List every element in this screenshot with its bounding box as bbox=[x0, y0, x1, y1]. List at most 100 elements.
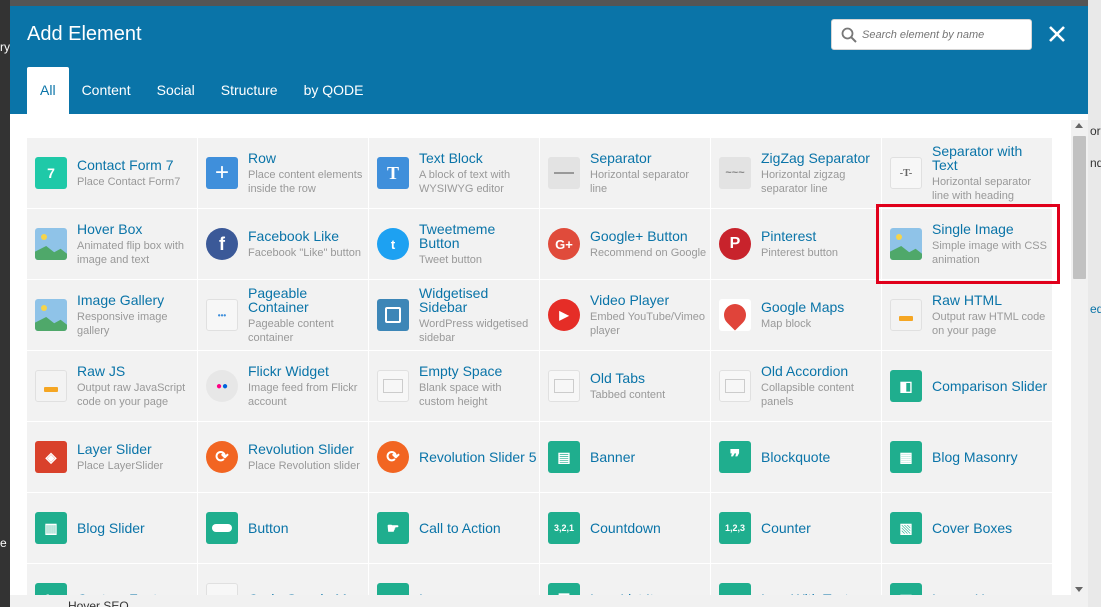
element-item-custom-font[interactable]: Aa Custom Font bbox=[27, 564, 197, 595]
tab-structure[interactable]: Structure bbox=[208, 67, 291, 114]
element-item-comparison-slider[interactable]: ◧ Comparison Slider bbox=[882, 351, 1052, 421]
element-item-blog-masonry[interactable]: ▦ Blog Masonry bbox=[882, 422, 1052, 492]
element-text: Contact Form 7 Place Contact Form7 bbox=[77, 158, 195, 189]
element-item-revolution-slider-5[interactable]: ⟳ Revolution Slider 5 bbox=[369, 422, 539, 492]
element-item-separator-with-text[interactable]: -T- Separator with Text Horizontal separat… bbox=[882, 138, 1052, 208]
element-name: Blog Slider bbox=[77, 520, 145, 536]
element-item-countdown[interactable]: 3,2,1 Countdown bbox=[540, 493, 710, 563]
element-item-qode-google-map[interactable]: ⌖ Qode Google Map bbox=[198, 564, 368, 595]
element-text: Pageable Container Pageable content conta… bbox=[248, 286, 366, 345]
text-t-icon-glyph: T bbox=[386, 162, 399, 183]
element-item-facebook-like[interactable]: f Facebook Like Facebook "Like" button bbox=[198, 209, 368, 279]
element-item-empty-space[interactable]: Empty Space Blank space with custom heigh… bbox=[369, 351, 539, 421]
icon-icon: ⌂ bbox=[377, 583, 409, 595]
element-name: Icon With Text bbox=[761, 592, 879, 595]
element-text: Icon bbox=[419, 592, 537, 595]
element-item-old-accordion[interactable]: Old Accordion Collapsible content panels bbox=[711, 351, 881, 421]
element-text: Flickr Widget Image feed from Flickr acco… bbox=[248, 364, 366, 409]
search-input[interactable] bbox=[862, 28, 1022, 41]
element-description: Blank space with custom height bbox=[419, 381, 502, 408]
element-item-google-button[interactable]: G+ Google+ Button Recommend on Google bbox=[540, 209, 710, 279]
element-description: WordPress widgetised sidebar bbox=[419, 317, 529, 344]
map-pin-icon bbox=[719, 299, 751, 331]
element-description: Place LayerSlider bbox=[77, 459, 164, 472]
element-text: Separator with Text Horizontal separator … bbox=[932, 144, 1050, 203]
element-item-video-player[interactable]: ▶ Video Player Embed YouTube/Vimeo player bbox=[540, 280, 710, 350]
search-box[interactable] bbox=[831, 19, 1032, 50]
element-item-button[interactable]: Button bbox=[198, 493, 368, 563]
element-item-hover-box[interactable]: Hover Box Animated flip box with image an… bbox=[27, 209, 197, 279]
scrollbar[interactable] bbox=[1071, 120, 1088, 595]
element-item-raw-html[interactable]: Raw HTML Output raw HTML code on your pag… bbox=[882, 280, 1052, 350]
element-name: Counter bbox=[761, 520, 811, 536]
element-name: Pinterest bbox=[761, 227, 817, 244]
icon-icon-glyph: ⌂ bbox=[389, 591, 397, 595]
element-item-counter[interactable]: 1,2,3 Counter bbox=[711, 493, 881, 563]
tab-social[interactable]: Social bbox=[144, 67, 208, 114]
close-button[interactable] bbox=[1046, 23, 1068, 45]
background-bottom: Hover SEO bbox=[10, 595, 1088, 607]
image-hover-icon: ▨ bbox=[890, 583, 922, 595]
element-text: Revolution Slider Place Revolution slider bbox=[248, 442, 366, 473]
tab-by-qode[interactable]: by QODE bbox=[291, 67, 377, 114]
element-description: Facebook "Like" button bbox=[248, 246, 361, 259]
element-description: Output raw HTML code on your page bbox=[932, 310, 1046, 337]
scroll-down-arrow-icon[interactable] bbox=[1075, 587, 1083, 592]
revolution-icon-glyph: ⟳ bbox=[386, 449, 400, 466]
element-item-raw-js[interactable]: Raw JS Output raw JavaScript code on your… bbox=[27, 351, 197, 421]
scrollbar-thumb[interactable] bbox=[1073, 136, 1086, 279]
element-item-banner[interactable]: ▤ Banner bbox=[540, 422, 710, 492]
tab-all[interactable]: All bbox=[27, 67, 69, 114]
element-item-pageable-container[interactable]: ••• Pageable Container Pageable content co… bbox=[198, 280, 368, 350]
element-text: Old Accordion Collapsible content panels bbox=[761, 364, 879, 409]
element-name: Pageable Container bbox=[248, 284, 309, 315]
element-item-pinterest[interactable]: P Pinterest Pinterest button bbox=[711, 209, 881, 279]
element-name: Blockquote bbox=[761, 449, 831, 465]
play-icon: ▶ bbox=[548, 299, 580, 331]
revolution-icon: ⟳ bbox=[206, 441, 238, 473]
element-item-widgetised-sidebar[interactable]: Widgetised Sidebar WordPress widgetised s… bbox=[369, 280, 539, 350]
element-item-single-image[interactable]: Single Image Simple image with CSS animat… bbox=[882, 209, 1052, 279]
element-item-cover-boxes[interactable]: ▧ Cover Boxes bbox=[882, 493, 1052, 563]
element-text: Icon With Text bbox=[761, 592, 879, 595]
icon-list-icon: ☰ bbox=[548, 583, 580, 595]
scroll-up-arrow-icon[interactable] bbox=[1075, 123, 1083, 128]
element-item-tweetmeme-button[interactable]: t Tweetmeme Button Tweet button bbox=[369, 209, 539, 279]
element-item-image-hover[interactable]: ▨ Image Hover bbox=[882, 564, 1052, 595]
element-text: Image Hover bbox=[932, 592, 1050, 595]
element-item-icon[interactable]: ⌂ Icon bbox=[369, 564, 539, 595]
element-name: Google+ Button bbox=[590, 227, 688, 244]
sidebar-icon-glyph bbox=[385, 307, 401, 323]
element-item-blockquote[interactable]: ❞ Blockquote bbox=[711, 422, 881, 492]
element-item-revolution-slider[interactable]: ⟳ Revolution Slider Place Revolution slide… bbox=[198, 422, 368, 492]
separator-text-icon-glyph: -T- bbox=[899, 167, 913, 179]
element-text: Single Image Simple image with CSS animat… bbox=[932, 222, 1050, 267]
add-element-modal: Add Element All Content Social Structure… bbox=[10, 6, 1088, 595]
element-name: Single Image bbox=[932, 220, 1014, 237]
element-item-row[interactable]: + Row Place content elements inside the ro… bbox=[198, 138, 368, 208]
element-item-google-maps[interactable]: Google Maps Map block bbox=[711, 280, 881, 350]
element-item-call-to-action[interactable]: ☛ Call to Action bbox=[369, 493, 539, 563]
element-name: Old Accordion bbox=[761, 362, 849, 379]
element-item-contact-form-7[interactable]: 7 Contact Form 7 Place Contact Form7 bbox=[27, 138, 197, 208]
element-item-image-gallery[interactable]: Image Gallery Responsive image gallery bbox=[27, 280, 197, 350]
element-text: Tweetmeme Button Tweet button bbox=[419, 222, 537, 267]
element-item-icon-with-text[interactable]: ⌂ Icon With Text bbox=[711, 564, 881, 595]
play-icon-glyph: ▶ bbox=[559, 308, 569, 322]
element-item-layer-slider[interactable]: ◈ Layer Slider Place LayerSlider bbox=[27, 422, 197, 492]
element-item-text-block[interactable]: T Text Block A block of text with WYSIWYG … bbox=[369, 138, 539, 208]
element-text: Raw JS Output raw JavaScript code on your… bbox=[77, 364, 195, 409]
bg-text: ord bbox=[1090, 124, 1101, 138]
element-name: Cover Boxes bbox=[932, 520, 1013, 536]
element-item-old-tabs[interactable]: Old Tabs Tabbed content bbox=[540, 351, 710, 421]
tab-content[interactable]: Content bbox=[69, 67, 144, 114]
element-item-icon-list-item[interactable]: ☰ Icon List Item bbox=[540, 564, 710, 595]
element-item-separator[interactable]: Separator Horizontal separator line bbox=[540, 138, 710, 208]
modal-header: Add Element All Content Social Structure… bbox=[10, 6, 1088, 114]
element-item-blog-slider[interactable]: ▥ Blog Slider bbox=[27, 493, 197, 563]
element-item-zigzag-separator[interactable]: ~~~ ZigZag Separator Horizontal zigzag sep… bbox=[711, 138, 881, 208]
element-name: Google Maps bbox=[761, 298, 845, 315]
element-item-flickr-widget[interactable]: ● ● Flickr Widget Image feed from Flickr ac… bbox=[198, 351, 368, 421]
element-description: Pageable content container bbox=[248, 317, 334, 344]
revolution-icon-glyph: ⟳ bbox=[215, 449, 229, 466]
